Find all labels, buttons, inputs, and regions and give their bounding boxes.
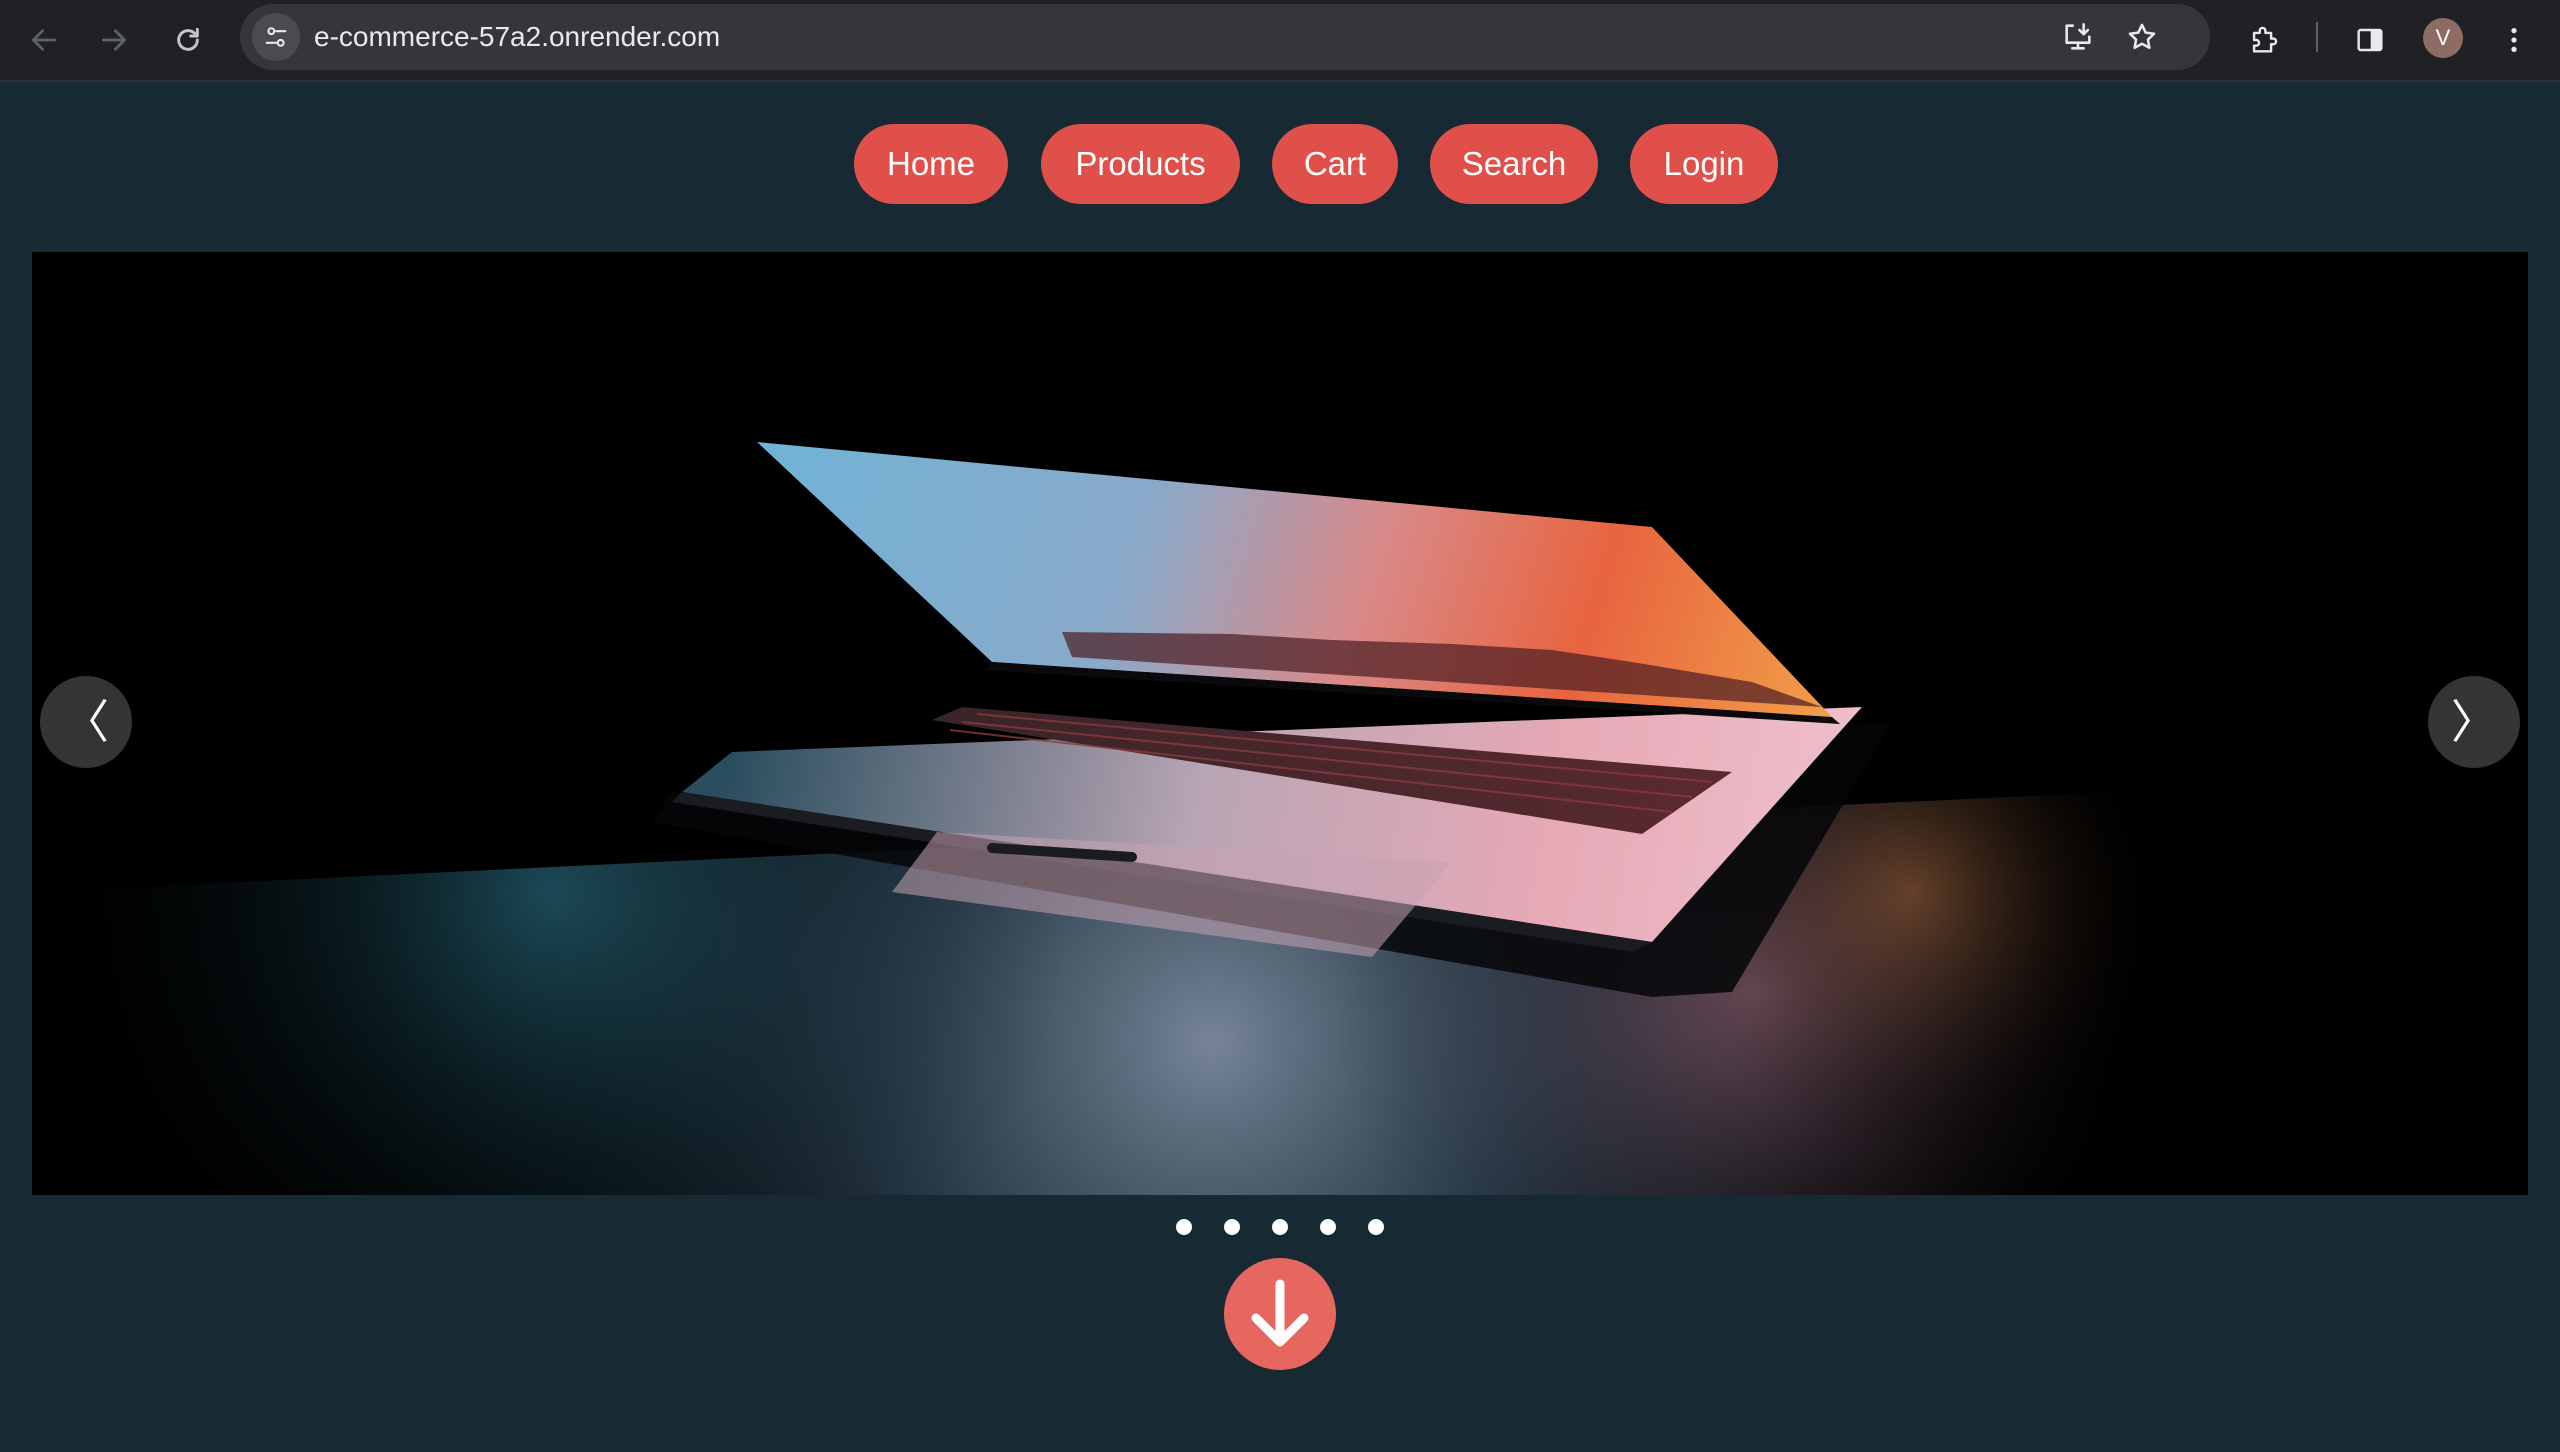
forward-button[interactable] <box>88 14 140 66</box>
arrow-left-icon <box>32 29 56 51</box>
nav-search-button[interactable]: Search <box>1430 124 1598 204</box>
scroll-down-button[interactable] <box>1224 1258 1336 1370</box>
site-nav: Home Products Cart Search Login <box>0 124 2560 204</box>
reload-button[interactable] <box>162 14 214 66</box>
reload-icon <box>177 27 199 51</box>
tune-icon <box>265 27 287 47</box>
carousel-dot-4[interactable] <box>1320 1219 1336 1235</box>
nav-login-button[interactable]: Login <box>1630 124 1778 204</box>
chevron-right-icon: 〉 <box>2451 695 2497 749</box>
back-button[interactable] <box>18 14 70 66</box>
arrow-right-icon <box>102 29 126 51</box>
carousel-dot-1[interactable] <box>1176 1219 1192 1235</box>
nav-cart-button[interactable]: Cart <box>1272 124 1398 204</box>
star-icon <box>2128 23 2156 50</box>
nav-home-button[interactable]: Home <box>854 124 1008 204</box>
address-bar[interactable]: e-commerce-57a2.onrender.com <box>240 4 2210 70</box>
puzzle-icon <box>2252 26 2278 53</box>
browser-toolbar: e-commerce-57a2.onrender.com V <box>0 0 2560 82</box>
carousel-dot-5[interactable] <box>1368 1219 1384 1235</box>
carousel-next-button[interactable]: 〉 <box>2428 676 2520 768</box>
carousel-dot-3[interactable] <box>1272 1219 1288 1235</box>
install-app-icon <box>2065 22 2091 50</box>
extensions-button[interactable] <box>2238 14 2290 66</box>
carousel-prev-button[interactable]: 〈 <box>40 676 132 768</box>
arrow-down-icon <box>1251 1279 1309 1347</box>
site-info-button[interactable] <box>252 13 300 61</box>
profile-avatar[interactable]: V <box>2423 18 2463 58</box>
browser-menu-button[interactable] <box>2488 14 2540 66</box>
chevron-left-icon: 〈 <box>63 695 109 749</box>
kebab-menu-icon <box>2511 28 2517 52</box>
hero-carousel: 〈 〉 <box>32 252 2528 1195</box>
nav-products-button[interactable]: Products <box>1041 124 1240 204</box>
side-panel-icon <box>2357 28 2383 52</box>
bookmark-button[interactable] <box>2118 13 2166 61</box>
carousel-dot-2[interactable] <box>1224 1219 1240 1235</box>
carousel-indicators <box>0 1219 2560 1235</box>
laptop-image <box>32 252 2528 1195</box>
toolbar-divider <box>2316 22 2318 52</box>
side-panel-button[interactable] <box>2344 14 2396 66</box>
install-app-button[interactable] <box>2054 13 2102 61</box>
url-text[interactable]: e-commerce-57a2.onrender.com <box>314 4 720 70</box>
